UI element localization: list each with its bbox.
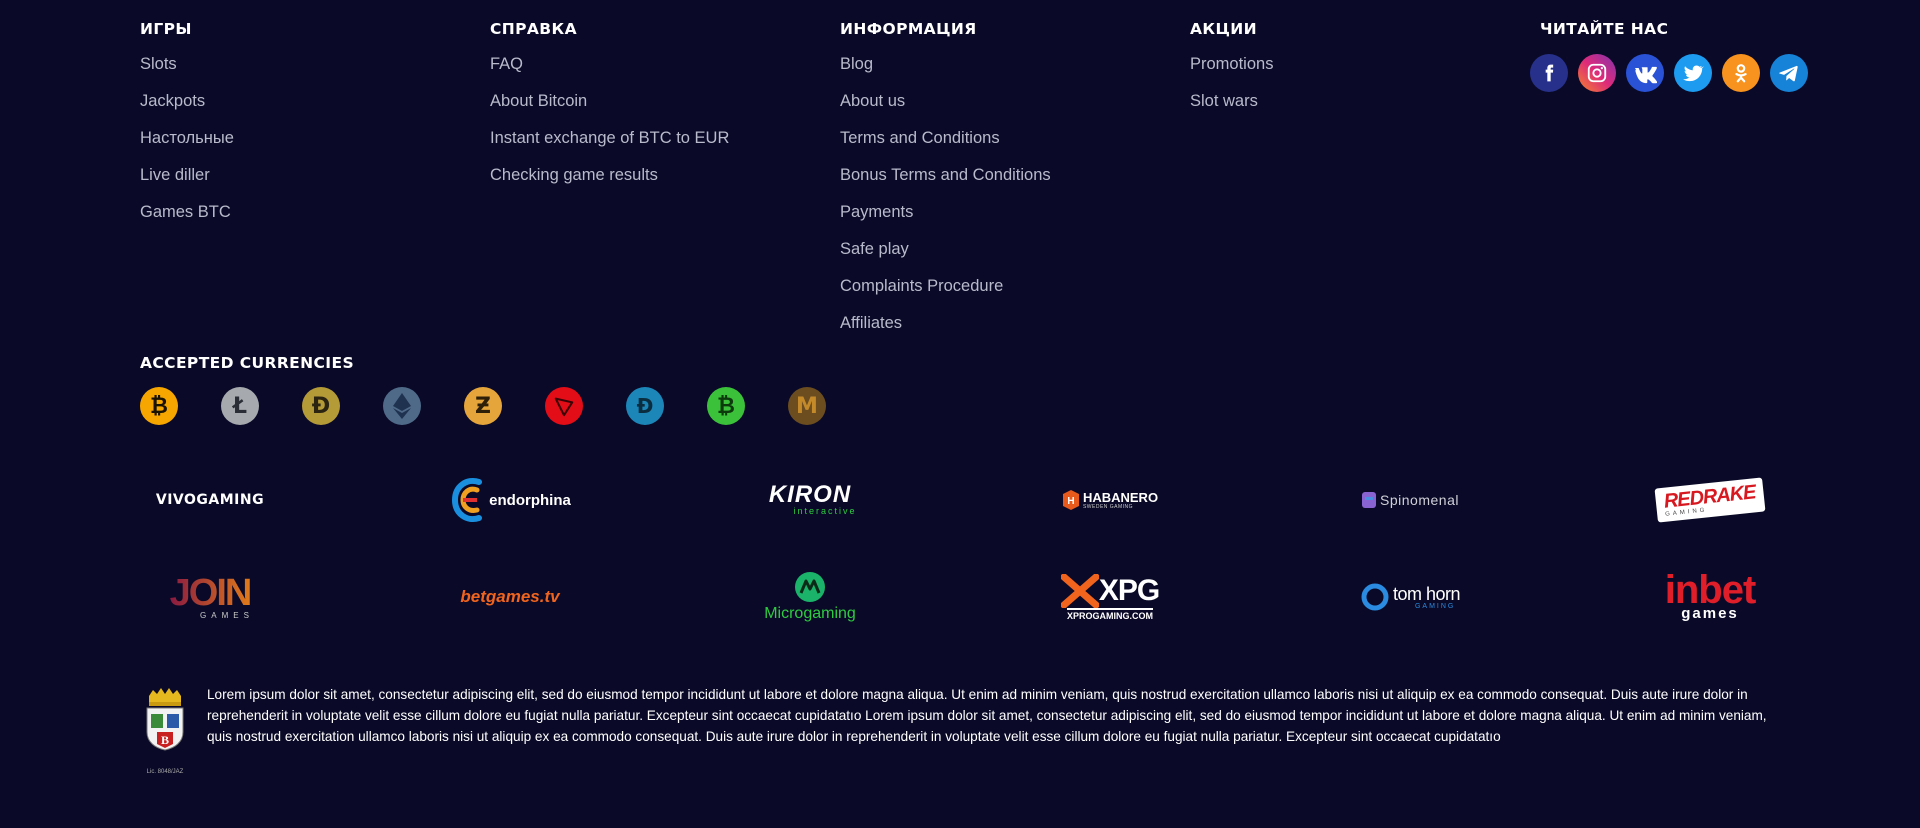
provider-subtitle: GAMES bbox=[200, 610, 254, 620]
tron-icon bbox=[545, 387, 583, 425]
provider-logo-xpg[interactable]: XPG XPROGAMING.COM bbox=[1010, 562, 1210, 632]
link-about-us[interactable]: About us bbox=[840, 83, 1051, 120]
link-payments[interactable]: Payments bbox=[840, 194, 1051, 231]
link-terms[interactable]: Terms and Conditions bbox=[840, 120, 1051, 157]
redrake-badge: REDRAKE GAMING bbox=[1654, 477, 1766, 523]
endorphina-icon bbox=[452, 478, 483, 522]
footer-column-games: ИГРЫ Slots Jackpots Настольные Live dill… bbox=[140, 20, 234, 231]
provider-logo-spinomenal[interactable]: Spinomenal bbox=[1310, 465, 1510, 535]
currencies-title: ACCEPTED CURRENCIES bbox=[140, 354, 355, 372]
footer-column-help: СПРАВКА FAQ About Bitcoin Instant exchan… bbox=[490, 20, 729, 194]
link-jackpots[interactable]: Jackpots bbox=[140, 83, 234, 120]
provider-name: JOIN bbox=[169, 571, 253, 614]
habanero-icon: H bbox=[1062, 490, 1079, 510]
zcash-icon: Ƶ bbox=[464, 387, 502, 425]
link-games-btc[interactable]: Games BTC bbox=[140, 194, 234, 231]
vk-icon[interactable] bbox=[1626, 54, 1664, 92]
provider-subtitle: interactive bbox=[793, 506, 857, 516]
column-title-help: СПРАВКА bbox=[490, 20, 577, 38]
ethereum-icon bbox=[383, 387, 421, 425]
column-title-games: ИГРЫ bbox=[140, 20, 192, 38]
bitcoin-icon: ₿ bbox=[140, 387, 178, 425]
link-table-games[interactable]: Настольные bbox=[140, 120, 234, 157]
monero-icon: M bbox=[788, 387, 826, 425]
xpg-mark: XPG bbox=[1060, 573, 1160, 608]
column-title-info: ИНФОРМАЦИЯ bbox=[840, 20, 977, 38]
link-bonus-terms[interactable]: Bonus Terms and Conditions bbox=[840, 157, 1051, 194]
provider-logo-redrake[interactable]: REDRAKE GAMING bbox=[1610, 465, 1810, 535]
facebook-icon[interactable] bbox=[1530, 54, 1568, 92]
footer-column-info: ИНФОРМАЦИЯ Blog About us Terms and Condi… bbox=[840, 20, 1051, 342]
column-title-social: ЧИТАЙТЕ НАС bbox=[1540, 20, 1669, 38]
dash-icon: Đ bbox=[626, 387, 664, 425]
provider-subtitle: GAMING bbox=[1414, 602, 1456, 610]
provider-subtitle: SWEDEN GAMING bbox=[1082, 503, 1134, 510]
provider-subtitle: XPROGAMING.COM bbox=[1066, 607, 1153, 621]
provider-logo-join-games[interactable]: JOIN GAMES bbox=[110, 562, 310, 632]
link-blog[interactable]: Blog bbox=[840, 46, 1051, 83]
social-icons bbox=[1530, 54, 1808, 92]
provider-name: Spinomenal bbox=[1380, 492, 1459, 508]
link-safe-play[interactable]: Safe play bbox=[840, 231, 1051, 268]
provider-logo-endorphina[interactable]: endorphina bbox=[410, 465, 610, 535]
provider-logo-inbet[interactable]: inbet games bbox=[1610, 562, 1810, 632]
link-checking-results[interactable]: Checking game results bbox=[490, 157, 729, 194]
litecoin-icon: Ł bbox=[221, 387, 259, 425]
tom-horn-icon bbox=[1361, 583, 1389, 611]
legal-text: Lorem ipsum dolor sit amet, consectetur … bbox=[207, 687, 1767, 744]
provider-subtitle: games bbox=[1681, 605, 1739, 622]
provider-name: KIRON bbox=[768, 481, 852, 508]
link-slot-wars[interactable]: Slot wars bbox=[1190, 83, 1273, 120]
link-live-dealer[interactable]: Live diller bbox=[140, 157, 234, 194]
link-promotions[interactable]: Promotions bbox=[1190, 46, 1273, 83]
provider-logo-tom-horn[interactable]: tom horn GAMING bbox=[1310, 562, 1510, 632]
provider-logo-vivogaming[interactable]: VIVOGAMING bbox=[110, 465, 310, 535]
link-about-bitcoin[interactable]: About Bitcoin bbox=[490, 83, 729, 120]
instagram-icon[interactable] bbox=[1578, 54, 1616, 92]
crest-icon: B bbox=[146, 688, 184, 751]
license-crest[interactable]: B Lic. 8048/JAZ bbox=[143, 686, 187, 775]
link-complaints[interactable]: Complaints Procedure bbox=[840, 268, 1051, 305]
provider-name: inbet bbox=[1664, 568, 1757, 612]
provider-name: tom horn bbox=[1392, 583, 1461, 604]
link-affiliates[interactable]: Affiliates bbox=[840, 305, 1051, 342]
microgaming-icon bbox=[795, 572, 825, 602]
link-slots[interactable]: Slots bbox=[140, 46, 234, 83]
provider-name: VIVOGAMING bbox=[155, 492, 265, 508]
provider-name: XPG bbox=[1098, 573, 1160, 607]
provider-name: betgames.tv bbox=[460, 587, 560, 606]
provider-logo-kiron[interactable]: KIRON interactive bbox=[710, 465, 910, 535]
provider-name: HABANERO bbox=[1082, 489, 1159, 505]
dogecoin-icon: Đ bbox=[302, 387, 340, 425]
crest-label: Lic. 8048/JAZ bbox=[146, 769, 184, 775]
link-instant-exchange[interactable]: Instant exchange of BTC to EUR bbox=[490, 120, 729, 157]
footer-column-promo: АКЦИИ Promotions Slot wars bbox=[1190, 20, 1273, 120]
footer-column-social: ЧИТАЙТЕ НАС bbox=[1540, 20, 1668, 38]
provider-logo-microgaming[interactable]: Microgaming bbox=[710, 562, 910, 632]
spinomenal-icon bbox=[1362, 492, 1377, 508]
svg-text:H: H bbox=[1067, 496, 1074, 507]
telegram-icon[interactable] bbox=[1770, 54, 1808, 92]
provider-name: endorphina bbox=[489, 491, 571, 509]
provider-name: Microgaming bbox=[764, 605, 856, 622]
provider-logo-habanero[interactable]: H HABANERO SWEDEN GAMING bbox=[1010, 465, 1210, 535]
bitcoin-cash-icon: ₿ bbox=[707, 387, 745, 425]
currency-icons: ₿ Ł Đ Ƶ Đ ₿ M bbox=[140, 387, 826, 425]
column-title-promo: АКЦИИ bbox=[1190, 20, 1257, 38]
svg-text:B: B bbox=[161, 733, 169, 747]
odnoklassniki-icon[interactable] bbox=[1722, 54, 1760, 92]
provider-logo-betgames[interactable]: betgames.tv bbox=[410, 562, 610, 632]
xpg-x-icon bbox=[1060, 573, 1099, 608]
link-faq[interactable]: FAQ bbox=[490, 46, 729, 83]
twitter-icon[interactable] bbox=[1674, 54, 1712, 92]
